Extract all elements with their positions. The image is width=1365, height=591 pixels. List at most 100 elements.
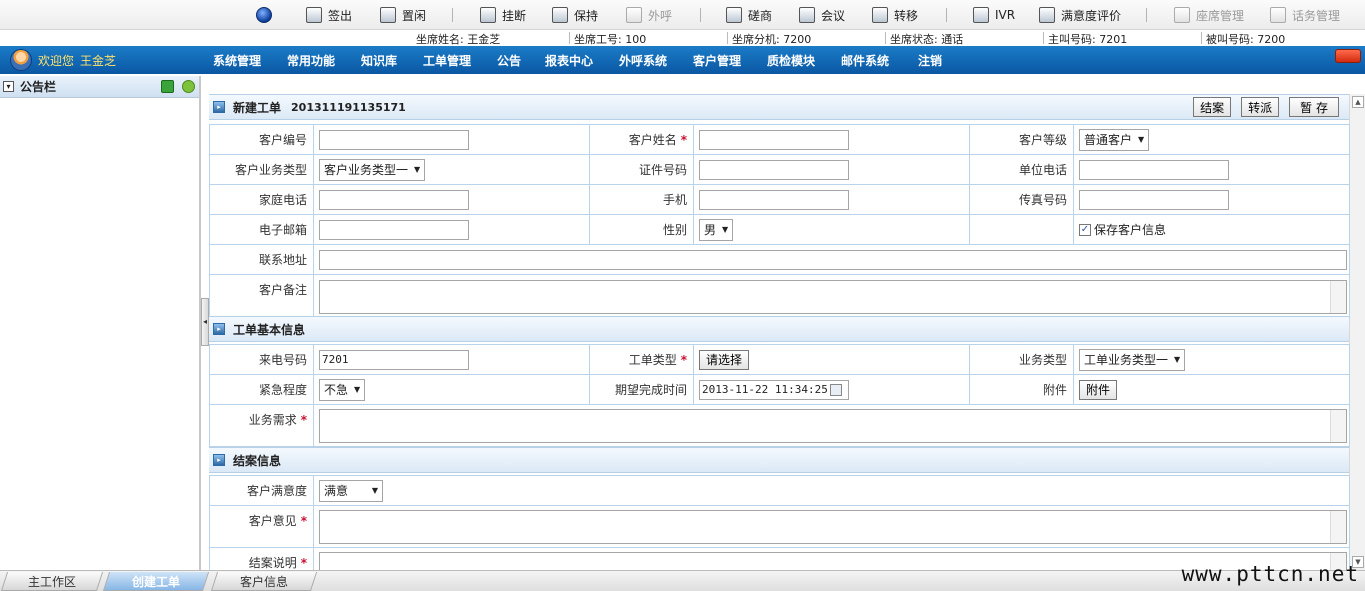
email-input[interactable]: [319, 219, 469, 240]
required-mark: *: [680, 133, 687, 147]
address-label: 联系地址: [209, 244, 314, 275]
status-agent-id: 坐席工号: 100: [574, 33, 647, 46]
ivr-button[interactable]: IVR: [973, 5, 1015, 25]
nav-report-center[interactable]: 报表中心: [545, 52, 593, 69]
main-content: ▲ ▼ ▸ 新建工单 201311191135171 结案 转派 暂 存 客户编…: [209, 76, 1365, 570]
chevron-down-icon: ▼: [371, 486, 378, 495]
fax-input[interactable]: [1079, 189, 1229, 210]
form-row: 紧急程度 不急 ▼ 期望完成时间 2013-11-22 11:34:25 附件 附…: [209, 374, 1350, 405]
new-ticket-title: 新建工单: [233, 100, 282, 115]
nav-announcement[interactable]: 公告: [497, 52, 521, 69]
main-scrollbar[interactable]: ▲ ▼: [1349, 94, 1365, 570]
welcome-area: 欢迎您 王金芝: [10, 49, 116, 71]
scroll-up-icon[interactable]: ▲: [1352, 96, 1364, 108]
consult-button[interactable]: 磋商: [726, 5, 772, 25]
hold-button[interactable]: 保持: [552, 5, 598, 25]
tab-customer-info[interactable]: 客户信息: [210, 572, 318, 591]
collapse-toggle-icon[interactable]: ▾: [3, 81, 14, 92]
nav-quality-module[interactable]: 质检模块: [767, 52, 815, 69]
home-phone-input[interactable]: [319, 189, 469, 210]
status-state: 坐席状态: 通话: [890, 33, 964, 46]
close-case-button[interactable]: 结案: [1193, 97, 1232, 117]
nav-ticket-management[interactable]: 工单管理: [423, 52, 471, 69]
form-row: 结案说明 *: [209, 547, 1350, 570]
textarea-scrollbar[interactable]: [1330, 510, 1346, 543]
satisfaction-select[interactable]: 满意 ▼: [319, 479, 383, 502]
close-window-button[interactable]: [1335, 49, 1361, 63]
status-divider: [1043, 32, 1044, 44]
bottom-tab-bar: 主工作区 创建工单 客户信息: [0, 570, 1365, 591]
outcall-icon: [626, 7, 642, 23]
reassign-button[interactable]: 转派: [1241, 97, 1280, 117]
textarea-scrollbar[interactable]: [1330, 409, 1346, 442]
idle-button[interactable]: 置闲: [380, 5, 426, 25]
required-mark: *: [300, 413, 307, 427]
ticket-type-select-button[interactable]: 请选择: [699, 349, 750, 370]
id-no-input[interactable]: [699, 159, 849, 180]
refresh-icon[interactable]: [161, 80, 174, 93]
tab-main-workspace[interactable]: 主工作区: [0, 572, 104, 591]
form-row: 来电号码 7201 工单类型 * 请选择 业务类型 工单业务类型一 ▼: [209, 344, 1350, 375]
attachment-button[interactable]: 附件: [1079, 379, 1118, 400]
mobile-input[interactable]: [699, 189, 849, 210]
nav-customer-management[interactable]: 客户管理: [693, 52, 741, 69]
gender-select[interactable]: 男 ▼: [699, 218, 734, 241]
globe-button[interactable]: [256, 5, 272, 25]
outcall-button[interactable]: 外呼: [626, 5, 672, 25]
basic-info-form: 来电号码 7201 工单类型 * 请选择 业务类型 工单业务类型一 ▼ 紧急程度 不…: [209, 344, 1350, 447]
caller-no-input[interactable]: 7201: [319, 349, 469, 370]
save-draft-button[interactable]: 暂 存: [1289, 97, 1339, 117]
chevron-down-icon: ▼: [354, 385, 361, 394]
id-no-label: 证件号码: [589, 154, 694, 185]
welcome-text: 欢迎您: [38, 53, 75, 68]
cust-name-label: 客户姓名: [628, 133, 677, 147]
nav-logout[interactable]: 注销: [918, 52, 942, 69]
calendar-icon[interactable]: [829, 383, 842, 396]
nav-common-functions[interactable]: 常用功能: [287, 52, 335, 69]
section-expand-icon[interactable]: ▸: [213, 323, 225, 335]
textarea-scrollbar[interactable]: [1330, 280, 1346, 313]
cust-level-select[interactable]: 普通客户 ▼: [1079, 128, 1150, 151]
nav-mail-system[interactable]: 邮件系统: [841, 52, 889, 69]
expected-time-input[interactable]: 2013-11-22 11:34:25: [699, 379, 849, 400]
form-row: 客户满意度 满意 ▼: [209, 475, 1350, 506]
section-expand-icon[interactable]: ▸: [213, 101, 225, 113]
nav-outcall-system[interactable]: 外呼系统: [619, 52, 667, 69]
urgency-select[interactable]: 不急 ▼: [319, 378, 366, 401]
status-extension: 坐席分机: 7200: [732, 33, 812, 46]
meeting-button[interactable]: 会议: [799, 5, 845, 25]
requirement-textarea[interactable]: [319, 408, 1347, 443]
ticket-biz-type-select[interactable]: 工单业务类型一 ▼: [1079, 348, 1186, 371]
tab-create-ticket[interactable]: 创建工单: [102, 572, 210, 591]
address-input[interactable]: [319, 249, 1347, 270]
work-phone-input[interactable]: [1079, 159, 1229, 180]
agent-status-row: 坐席姓名: 王金芝 坐席工号: 100 坐席分机: 7200 坐席状态: 通话 …: [0, 30, 1365, 46]
section-expand-icon[interactable]: ▸: [213, 454, 225, 466]
nav-system-management[interactable]: 系统管理: [213, 52, 261, 69]
cust-no-label: 客户编号: [209, 124, 314, 155]
signout-button[interactable]: 签出: [306, 5, 352, 25]
nav-knowledge-base[interactable]: 知识库: [361, 52, 397, 69]
satisfaction-button[interactable]: 满意度评价: [1039, 5, 1121, 25]
forward-icon[interactable]: [182, 80, 195, 93]
chevron-down-icon: ▼: [1138, 135, 1145, 144]
hangup-button[interactable]: 挂断: [480, 5, 526, 25]
status-agent-name: 坐席姓名: 王金芝: [416, 33, 501, 46]
save-customer-checkbox[interactable]: ✓ 保存客户信息: [1079, 221, 1166, 238]
status-callee: 被叫号码: 7200: [1206, 33, 1286, 46]
chevron-down-icon: ▼: [722, 225, 729, 234]
cust-name-input[interactable]: [699, 129, 849, 150]
watermark: www.pttcn.net: [1181, 562, 1359, 586]
panel-splitter-handle[interactable]: ◂: [201, 298, 209, 346]
required-mark: *: [680, 353, 687, 367]
user-avatar-icon: [10, 49, 32, 71]
opinion-textarea[interactable]: [319, 509, 1347, 544]
transfer-button[interactable]: 转移: [872, 5, 918, 25]
seat-management-button[interactable]: 座席管理: [1174, 5, 1244, 25]
call-management-button[interactable]: 话务管理: [1270, 5, 1340, 25]
remark-textarea[interactable]: [319, 279, 1347, 314]
cust-no-input[interactable]: [319, 129, 469, 150]
biz-type-select[interactable]: 客户业务类型一 ▼: [319, 158, 426, 181]
announcement-panel: ▾ 公告栏: [0, 76, 201, 570]
new-ticket-header: ▸ 新建工单 201311191135171 结案 转派 暂 存: [209, 94, 1349, 120]
